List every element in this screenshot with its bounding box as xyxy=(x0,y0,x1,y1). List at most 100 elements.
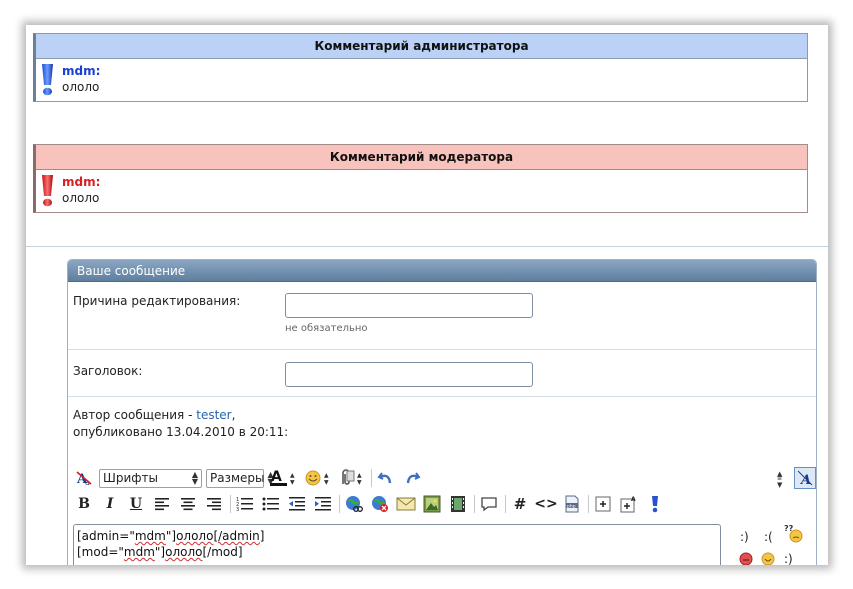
align-center-icon[interactable] xyxy=(177,493,199,515)
page-frame: Комментарий администратора mdm: ололо Ко… xyxy=(26,25,828,565)
toolbar-separator xyxy=(505,495,506,513)
admin-comment-box: Комментарий администратора mdm: ололо xyxy=(33,33,808,102)
font-select[interactable]: Шрифты ▲ ▼ xyxy=(99,468,202,488)
italic-icon[interactable]: I xyxy=(99,493,121,515)
outdent-icon[interactable] xyxy=(286,493,308,515)
svg-text:▼: ▼ xyxy=(324,479,329,486)
remove-link-icon[interactable] xyxy=(369,493,391,515)
message-textarea[interactable]: [admin="mdm"]ололо[/admin] [mod="mdm"]ол… xyxy=(73,524,721,565)
toolbar-separator xyxy=(588,495,589,513)
author-info: Автор сообщения - tester, опубликовано 1… xyxy=(73,407,288,441)
panel-title: Ваше сообщение xyxy=(68,260,816,282)
admin-comment-title: Комментарий администратора xyxy=(36,34,807,59)
confused-smiley-icon[interactable]: ?? xyxy=(784,524,804,544)
author-link[interactable]: tester xyxy=(196,408,231,422)
toolbar-separator xyxy=(371,469,372,487)
svg-text:▼: ▼ xyxy=(777,481,783,488)
editor-toolbar-right: ▲ ≡ ▼ A xyxy=(770,467,816,489)
moderator-comment-title: Комментарий модератора xyxy=(36,145,807,170)
editor-toolbar-top: Aa Шрифты ▲ ▼ Размеры ▲ ▼ A ▲ ▼ ▲ ▼ ▲ ▼ xyxy=(73,467,427,489)
exclamation-icon[interactable] xyxy=(644,493,666,515)
php-icon[interactable]: php xyxy=(561,493,583,515)
remove-format-icon[interactable]: Aa xyxy=(73,467,95,489)
svg-text:A: A xyxy=(799,473,811,487)
smiley-wink[interactable]: :) xyxy=(784,552,793,565)
author-suffix: , xyxy=(231,408,236,422)
author-prefix: Автор сообщения - xyxy=(73,408,197,422)
svg-text:3: 3 xyxy=(236,507,239,512)
section-divider xyxy=(26,246,828,247)
svg-text:▼: ▼ xyxy=(357,479,362,486)
editor-text: [admin=" xyxy=(77,529,135,543)
svg-text:A: A xyxy=(631,496,636,503)
title-row: Заголовок: xyxy=(68,351,816,397)
resize-icon[interactable]: ▲ ≡ ▼ xyxy=(770,467,792,489)
font-size-increase-icon[interactable]: A xyxy=(618,493,640,515)
moderator-comment-text: ололо xyxy=(62,191,100,205)
laugh-smiley-icon[interactable] xyxy=(760,551,776,565)
underline-icon[interactable]: U xyxy=(125,493,147,515)
moderator-comment-body: mdm: ололо xyxy=(36,170,807,212)
misspelled-word: ололо xyxy=(176,529,214,543)
unordered-list-icon[interactable] xyxy=(260,493,282,515)
video-icon[interactable] xyxy=(447,493,469,515)
font-color-icon[interactable]: A ▲ ▼ xyxy=(268,467,300,489)
editor-text: "] xyxy=(165,529,177,543)
editor-text: [/mod] xyxy=(202,545,243,559)
editor-line-admin: [admin="mdm"]ололо[/admin] xyxy=(77,528,717,544)
hash-icon[interactable]: # xyxy=(509,493,531,515)
svg-text:A: A xyxy=(271,469,282,485)
email-icon[interactable] xyxy=(395,493,417,515)
angry-smiley-icon[interactable] xyxy=(738,551,754,565)
published-date: опубликовано 13.04.2010 в 20:11: xyxy=(73,425,289,439)
code-icon[interactable]: <> xyxy=(534,493,557,515)
redo-icon[interactable] xyxy=(401,467,423,489)
toolbar-separator xyxy=(339,495,340,513)
edit-reason-row: Причина редактирования: не обязательно xyxy=(68,283,816,350)
smiley-icon[interactable]: ▲ ▼ xyxy=(304,467,334,489)
editor-line-mod: [mod="mdm"]ололо[/mod] xyxy=(77,544,717,560)
svg-text:php: php xyxy=(567,503,576,509)
font-select-arrows-icon: ▲ ▼ xyxy=(191,470,198,486)
editor-text: "] xyxy=(154,545,166,559)
misspelled-word: ололо xyxy=(165,545,203,559)
misspelled-word: [/admin] xyxy=(213,529,265,543)
edit-reason-label: Причина редактирования: xyxy=(73,294,241,308)
editor-text: [mod=" xyxy=(77,545,124,559)
editor-toolbar-bottom: B I U 123 # <> php A xyxy=(73,493,670,515)
admin-comment-body: mdm: ололо xyxy=(36,59,807,101)
misspelled-word: mdm xyxy=(134,529,166,543)
font-select-label: Шрифты xyxy=(103,471,158,485)
red-exclamation-icon xyxy=(42,175,53,207)
toolbar-separator xyxy=(474,495,475,513)
svg-text:▼: ▼ xyxy=(290,479,295,486)
quote-icon[interactable] xyxy=(478,493,500,515)
size-select-label: Размеры xyxy=(210,471,265,485)
expand-icon[interactable] xyxy=(592,493,614,515)
title-input[interactable] xyxy=(285,362,533,387)
misspelled-word: mdm xyxy=(123,545,155,559)
smiley-sad[interactable]: :( xyxy=(764,530,773,544)
edit-reason-input[interactable] xyxy=(285,293,533,318)
size-select[interactable]: Размеры ▲ ▼ xyxy=(206,468,274,488)
admin-comment-author: mdm: xyxy=(62,64,101,78)
undo-icon[interactable] xyxy=(375,467,397,489)
svg-text:▲: ▲ xyxy=(290,472,295,479)
indent-icon[interactable] xyxy=(312,493,334,515)
insert-link-icon[interactable] xyxy=(343,493,365,515)
align-left-icon[interactable] xyxy=(151,493,173,515)
smiley-happy[interactable]: :) xyxy=(740,530,749,544)
switch-editor-mode-icon[interactable]: A xyxy=(794,467,816,489)
svg-text:▲: ▲ xyxy=(357,472,362,479)
title-label: Заголовок: xyxy=(73,364,143,378)
ordered-list-icon[interactable]: 123 xyxy=(234,493,256,515)
bold-icon[interactable]: B xyxy=(73,493,95,515)
message-panel: Ваше сообщение Причина редактирования: н… xyxy=(67,259,817,565)
attach-icon[interactable]: ▲ ▼ xyxy=(338,467,366,489)
moderator-comment-box: Комментарий модератора mdm: ололо xyxy=(33,144,808,213)
toolbar-separator xyxy=(230,495,231,513)
admin-comment-text: ололо xyxy=(62,80,100,94)
image-icon[interactable] xyxy=(421,493,443,515)
align-right-icon[interactable] xyxy=(203,493,225,515)
svg-text:▲: ▲ xyxy=(324,472,329,479)
